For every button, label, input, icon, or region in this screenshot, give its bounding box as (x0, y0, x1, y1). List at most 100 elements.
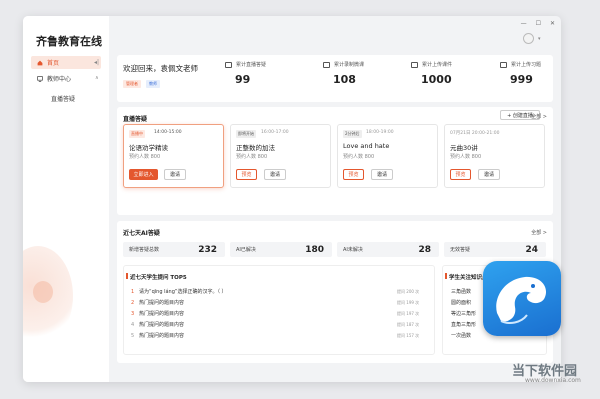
list-item[interactable]: 4 热门提问的题目内容 (131, 321, 185, 329)
live-time: 16:00-17:00 (261, 130, 289, 135)
ai-stat-invalid: 无效答疑 24 (444, 242, 546, 257)
appointment-count: 预约人数 800 (343, 154, 375, 160)
stat-courseware: 累计上传课件 1000 (411, 61, 491, 86)
question-text: 请为“qīng láng”选择正确的汉字。（ ） (139, 289, 227, 295)
question-text: 热门提问的题目内容 (139, 311, 185, 317)
live-name: 元曲30讲 (450, 144, 478, 152)
welcome-card: 欢迎回来，袁佩文老师 管理者 教师 累计直播答疑 99 累计录制微课 108 累… (117, 55, 553, 102)
watermark-url: www.downxia.com (525, 377, 581, 384)
question-count: 提问 157 次 (397, 333, 420, 338)
knowledge-item[interactable]: 等边三角形 (451, 310, 476, 317)
top5-questions-panel: 近七天学生提问 TOP5 1 请为“qīng láng”选择正确的汉字。（ ） … (123, 265, 435, 355)
stat-label: 累计上传课件 (422, 62, 453, 68)
appointment-count: 预约人数 800 (129, 154, 161, 160)
courseware-icon (411, 61, 418, 68)
app-logo-title: 齐鲁教育在线 (36, 35, 102, 48)
sidebar-item-label: 教师中心 (47, 76, 72, 83)
sidebar-item-label: 首页 (47, 60, 60, 67)
live-time: 07月21日 20:00-21:00 (450, 131, 500, 136)
accent-bar (445, 273, 447, 279)
stat-value: 1000 (421, 73, 452, 86)
question-count: 提问 197 次 (397, 311, 420, 316)
stat-value: 999 (510, 73, 533, 86)
sidebar-item-live-qa[interactable]: 直播答疑 (51, 94, 75, 103)
status-badge: 即将开始 (236, 130, 256, 138)
stat-value: 180 (305, 244, 324, 255)
sidebar-item-home[interactable]: 首页 (31, 56, 101, 69)
rank-number: 5 (131, 332, 135, 339)
preview-button[interactable]: 预览 (450, 169, 471, 180)
chevron-down-icon[interactable]: ▾ (538, 36, 541, 42)
live-card[interactable]: 2分钟后 18:00-19:00 Love and hate 预约人数 800 … (337, 124, 438, 188)
window-controls: — ☐ ✕ (521, 20, 555, 27)
rank-number: 1 (131, 288, 135, 295)
stat-value: 108 (333, 73, 356, 86)
live-name: 论语劝学精读 (129, 144, 168, 152)
stat-label: AI未解决 (343, 247, 363, 253)
live-time: 14:00-15:00 (154, 130, 182, 135)
avatar[interactable] (523, 33, 534, 44)
view-all-live-link[interactable]: 全部 > (531, 113, 547, 120)
preview-button[interactable]: 预览 (236, 169, 257, 180)
live-name: 正整数的加法 (236, 144, 275, 152)
app-window: 齐鲁教育在线 首页 ◂| 教师中心 ∧ 直播答疑 — ☐ ✕ ▾ 欢迎回来，袁佩… (23, 16, 561, 382)
live-time: 18:00-19:00 (366, 130, 394, 135)
preview-button[interactable]: 预览 (343, 169, 364, 180)
list-item[interactable]: 3 热门提问的题目内容 (131, 310, 185, 318)
stat-value: 232 (198, 244, 217, 255)
stat-label: 新增答疑总数 (129, 247, 160, 253)
question-text: 热门提问的题目内容 (139, 300, 185, 306)
list-item[interactable]: 2 热门提问的题目内容 (131, 299, 185, 307)
knowledge-item[interactable]: 圆的面积 (451, 299, 471, 306)
top-bar: — ☐ ✕ ▾ (109, 16, 561, 52)
sidebar-item-teacher-center[interactable]: 教师中心 (37, 74, 71, 83)
question-count: 提问 199 次 (397, 300, 420, 305)
whale-icon (496, 276, 547, 324)
invite-button[interactable]: 邀请 (164, 169, 186, 180)
knowledge-item[interactable]: 一次函数 (451, 332, 471, 339)
ai-stat-unsolved: AI未解决 28 (337, 242, 439, 257)
decorative-blob-small (33, 281, 53, 303)
close-icon[interactable]: ✕ (550, 20, 555, 27)
enter-now-button[interactable]: 立即进入 (129, 169, 158, 180)
invite-button[interactable]: 邀请 (478, 169, 500, 180)
stat-label: 累计录制微课 (334, 62, 365, 68)
stat-value: 28 (418, 244, 431, 255)
appointment-count: 预约人数 800 (236, 154, 268, 160)
chevron-up-icon[interactable]: ∧ (95, 75, 99, 81)
monitor-icon (37, 75, 43, 82)
question-text: 热门提问的题目内容 (139, 333, 185, 339)
live-icon (225, 61, 232, 68)
question-text: 热门提问的题目内容 (139, 322, 185, 328)
rank-number: 4 (131, 321, 135, 328)
live-card[interactable]: 直播中 14:00-15:00 论语劝学精读 预约人数 800 立即进入 邀请 (123, 124, 224, 188)
stat-label: 累计上传习题 (511, 62, 542, 68)
stat-label: 累计直播答疑 (236, 62, 267, 68)
minimize-icon[interactable]: — (521, 20, 527, 27)
stat-micro-lessons: 累计录制微课 108 (323, 61, 403, 86)
knowledge-item[interactable]: 直角三角形 (451, 321, 476, 328)
stat-label: 无效答疑 (450, 247, 471, 253)
role-badge-teacher: 教师 (146, 80, 160, 88)
list-item[interactable]: 1 请为“qīng láng”选择正确的汉字。（ ） (131, 288, 227, 296)
panel-title: 学生关注知识点 (449, 275, 488, 281)
sidebar-item-label: 直播答疑 (51, 96, 76, 103)
invite-button[interactable]: 邀请 (264, 169, 286, 180)
role-badge-manager: 管理者 (123, 80, 141, 88)
rank-number: 3 (131, 310, 135, 317)
list-item[interactable]: 5 热门提问的题目内容 (131, 332, 185, 340)
maximize-icon[interactable]: ☐ (536, 20, 541, 27)
exercise-icon (500, 61, 507, 68)
live-card[interactable]: 07月21日 20:00-21:00 元曲30讲 预约人数 800 预览 邀请 (444, 124, 545, 188)
view-all-ai-link[interactable]: 全部 > (531, 229, 547, 236)
section-title: 直播答疑 (123, 116, 148, 123)
knowledge-item[interactable]: 三角函数 (451, 288, 471, 295)
stat-live-qa: 累计直播答疑 99 (225, 61, 305, 86)
live-card[interactable]: 即将开始 16:00-17:00 正整数的加法 预约人数 800 预览 邀请 (230, 124, 331, 188)
invite-button[interactable]: 邀请 (371, 169, 393, 180)
collapse-sidebar-icon[interactable]: ◂| (94, 59, 99, 66)
stat-value: 99 (235, 73, 251, 86)
watermark-logo (483, 261, 561, 336)
ai-stat-new: 新增答疑总数 232 (123, 242, 225, 257)
panel-title: 近七天学生提问 TOP5 (130, 275, 187, 281)
